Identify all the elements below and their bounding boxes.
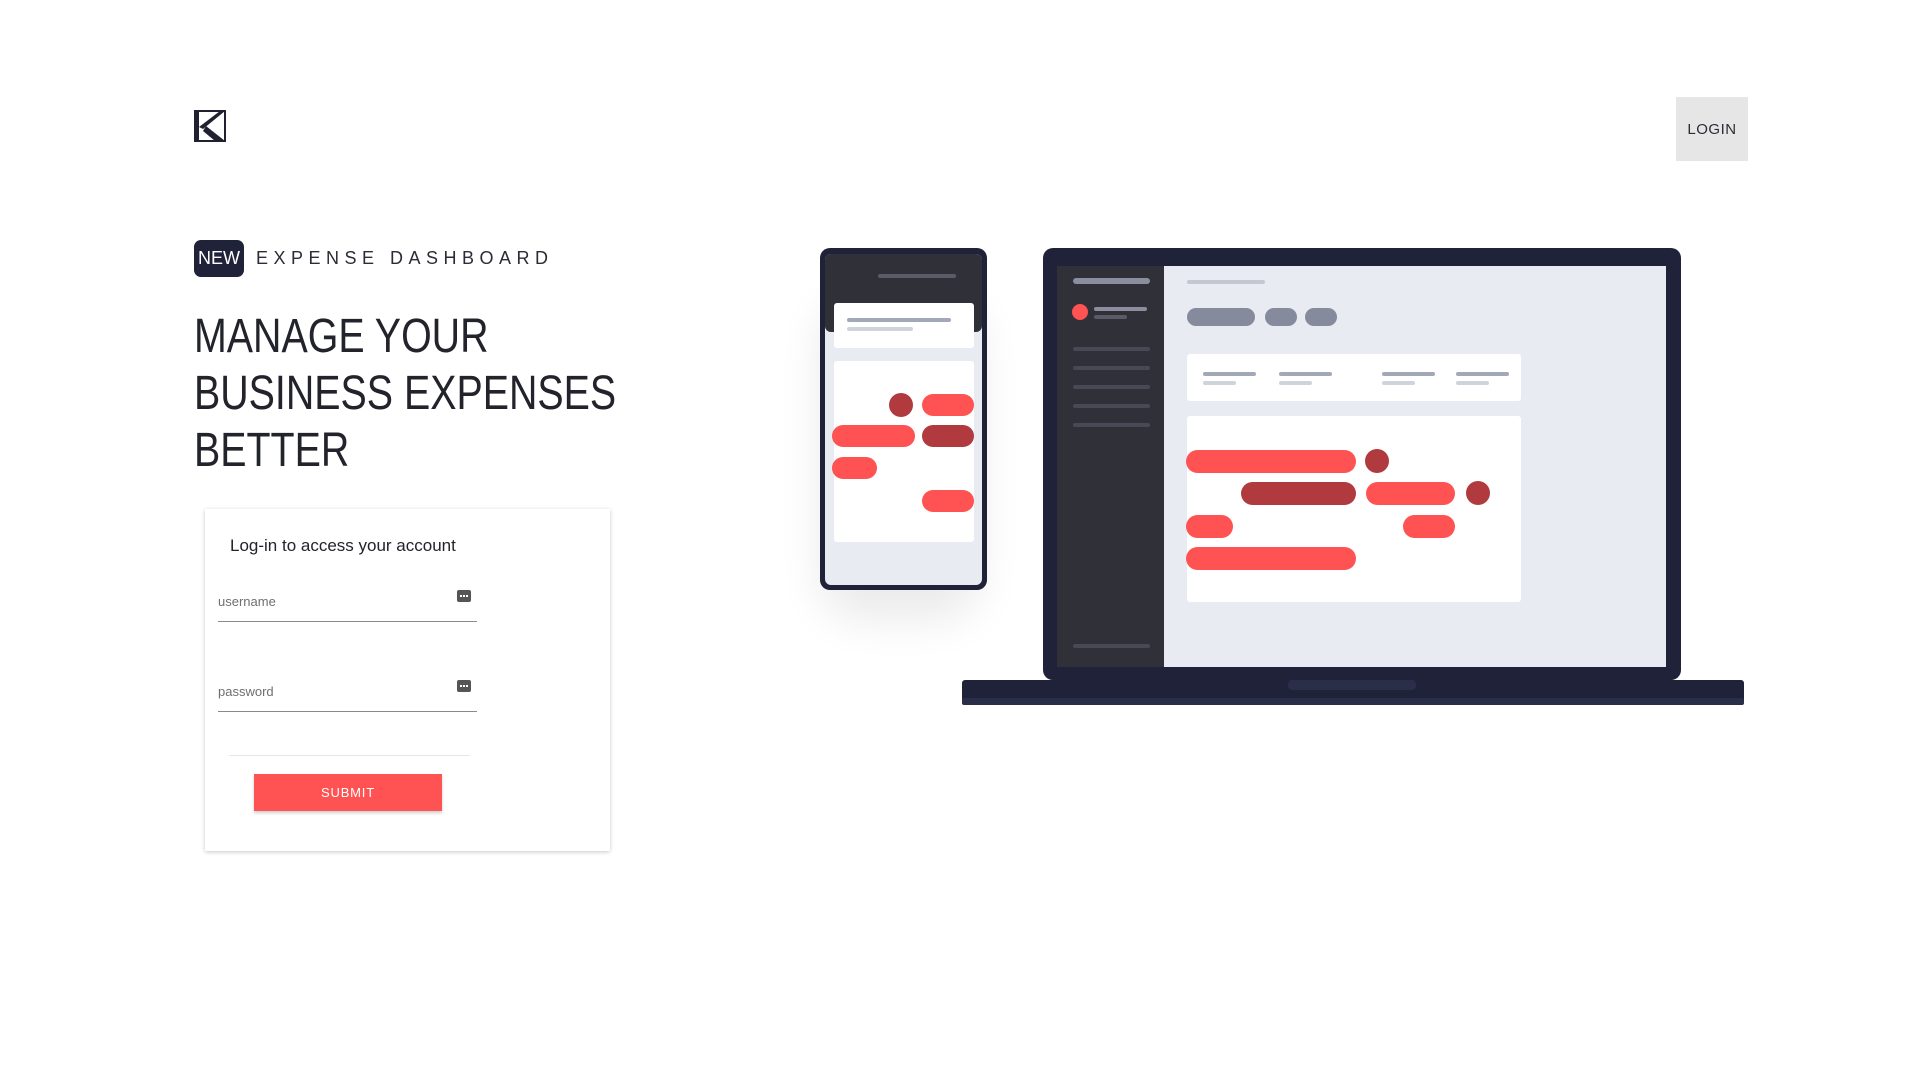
logo[interactable] — [194, 110, 226, 142]
username-field[interactable] — [218, 588, 477, 622]
login-card-heading: Log-in to access your account — [230, 536, 456, 555]
key-icon[interactable] — [457, 680, 471, 692]
phone-mockup — [820, 248, 987, 590]
username-input[interactable] — [218, 594, 443, 609]
k-logo-icon — [194, 110, 226, 142]
laptop-mockup — [962, 248, 1744, 705]
hero-title-line-1: MANAGE YOUR — [194, 310, 489, 363]
login-button[interactable]: LOGIN — [1676, 97, 1748, 161]
submit-button[interactable]: SUBMIT — [254, 774, 442, 811]
key-icon[interactable] — [457, 590, 471, 602]
password-field[interactable] — [218, 678, 477, 712]
hero-title: MANAGE YOUR BUSINESS EXPENSES BETTER — [194, 308, 616, 479]
eyebrow-text: EXPENSE DASHBOARD — [256, 248, 554, 268]
card-divider — [229, 755, 470, 756]
hero-title-line-3: BETTER — [194, 424, 350, 477]
password-input[interactable] — [218, 684, 443, 699]
eyebrow-row: NEW EXPENSE DASHBOARD — [194, 240, 554, 277]
hero-title-line-2: BUSINESS EXPENSES — [194, 367, 617, 420]
devices-illustration — [820, 248, 1744, 705]
new-badge: NEW — [194, 240, 244, 277]
